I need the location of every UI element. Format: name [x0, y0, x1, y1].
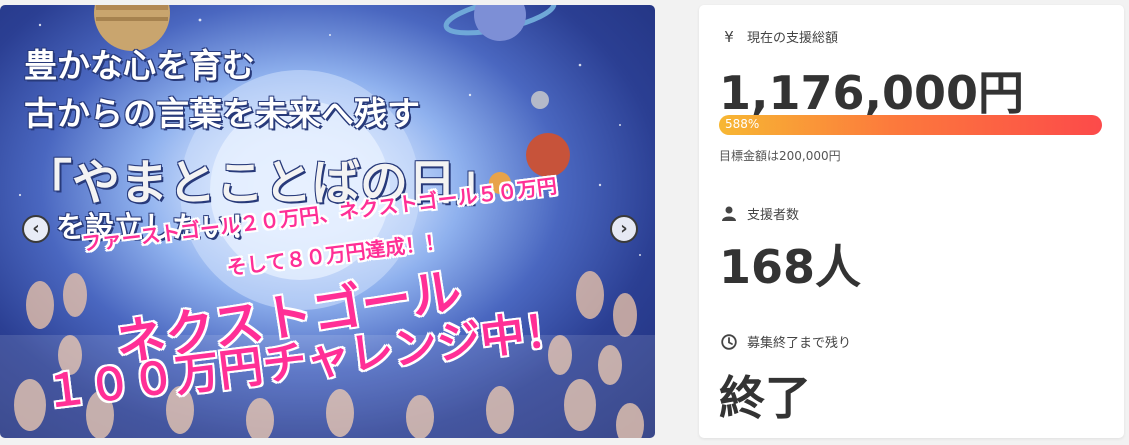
carousel-next-button[interactable]: › — [610, 215, 638, 243]
person-icon — [719, 206, 739, 221]
backers-label: 支援者数 — [747, 208, 800, 223]
funding-progress-percent: 588% — [725, 117, 760, 131]
carousel-prev-button[interactable]: ‹ — [22, 215, 50, 243]
project-hero-image[interactable]: 豊かな心を育む 古からの言葉を未来へ残す 「やまとことばの日」 を設立したい！ … — [0, 5, 655, 438]
funding-stats-card: ¥ 現在の支援総額 1,176,000円 588% 目標金額は200,000円 … — [699, 5, 1124, 438]
time-remaining-value: 終了 — [719, 371, 811, 425]
hero-title-line-1: 豊かな心を育む — [24, 46, 255, 85]
backers-count: 168人 — [719, 240, 862, 294]
backers-label-row: 支援者数 — [719, 204, 799, 223]
yen-icon: ¥ — [724, 27, 734, 46]
funding-progress-bar: 588% — [719, 115, 1102, 135]
hero-title-line-2: 古からの言葉を未来へ残す — [24, 94, 420, 133]
time-remaining-label-row: 募集終了まで残り — [719, 332, 851, 351]
goal-amount-text: 目標金額は200,000円 — [719, 149, 841, 163]
total-funding-label-row: ¥ 現在の支援総額 — [719, 27, 839, 47]
time-remaining-label: 募集終了まで残り — [747, 336, 852, 351]
project-page: 豊かな心を育む 古からの言葉を未来へ残す 「やまとことばの日」 を設立したい！ … — [0, 0, 1129, 445]
total-funding-amount: 1,176,000円 — [719, 66, 1024, 120]
total-funding-label: 現在の支援総額 — [747, 31, 839, 46]
clock-icon — [719, 333, 739, 350]
